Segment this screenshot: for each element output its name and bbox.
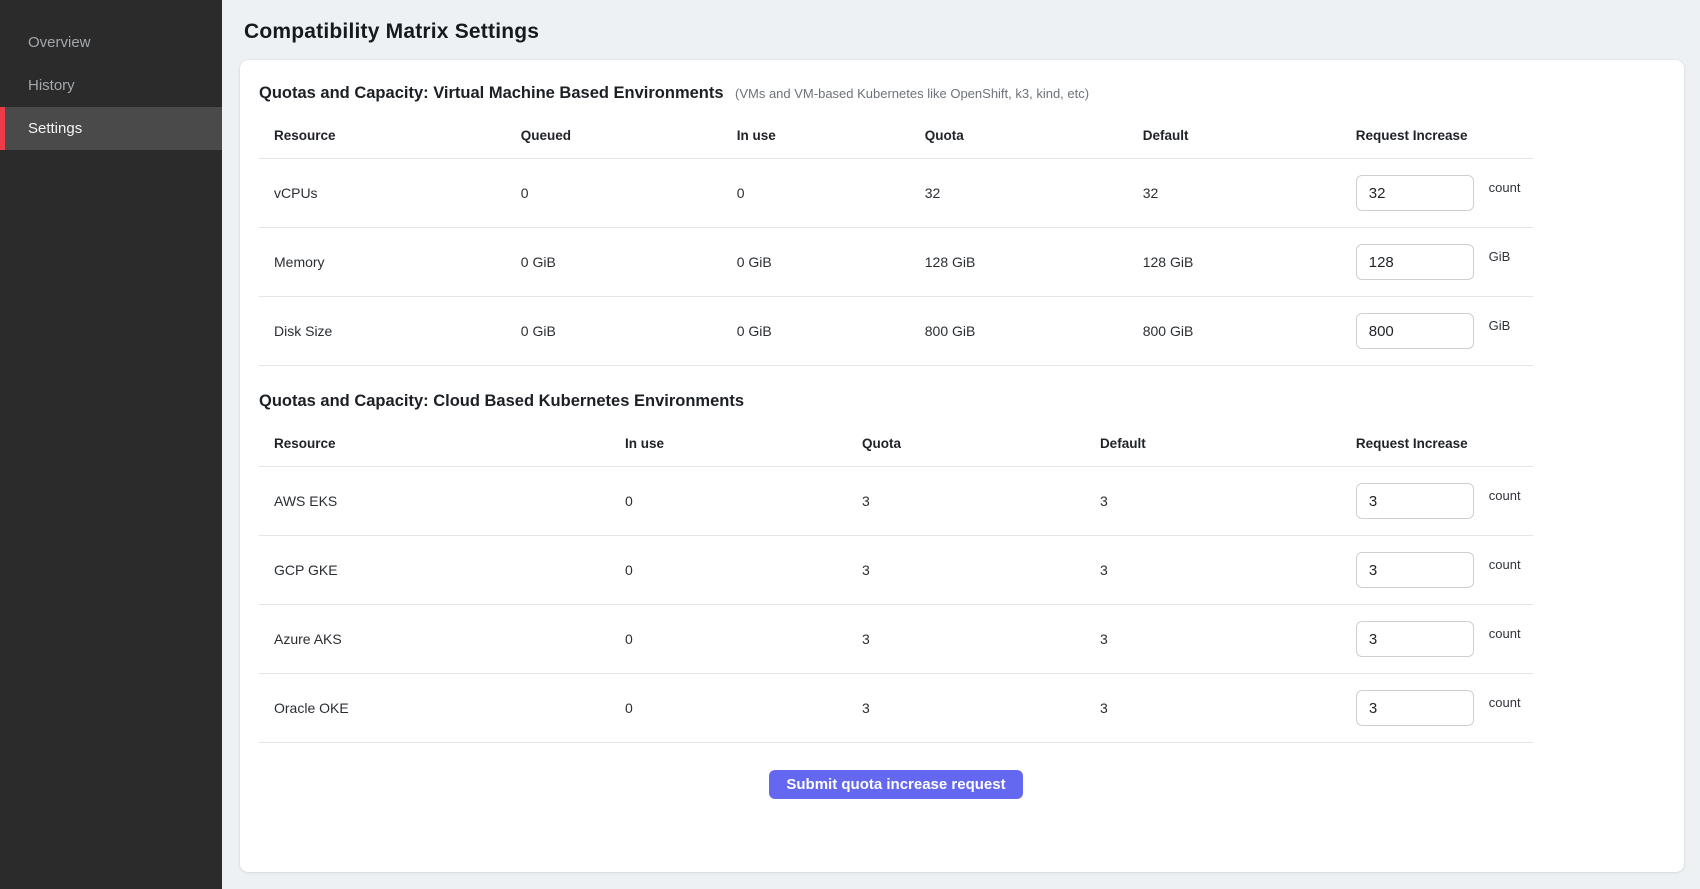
resource-cell: AWS EKS	[259, 467, 625, 536]
resource-cell: Oracle OKE	[259, 674, 625, 743]
column-header-quota: Quota	[925, 113, 1143, 159]
sidebar-item-label: History	[28, 77, 75, 94]
vm-table-header-row: Resource Queued In use Quota Default Req…	[259, 113, 1533, 159]
table-row: GCP GKE 0 3 3 count	[259, 536, 1533, 605]
queued-cell: 0 GiB	[521, 297, 737, 366]
in-use-cell: 0 GiB	[737, 228, 925, 297]
unit-label: GiB	[1489, 318, 1511, 333]
default-cell: 3	[1100, 536, 1356, 605]
column-header-quota: Quota	[862, 421, 1100, 467]
in-use-cell: 0	[737, 159, 925, 228]
quota-cell: 3	[862, 674, 1100, 743]
main-content: Compatibility Matrix Settings Quotas and…	[222, 0, 1700, 872]
sidebar-item-label: Overview	[28, 34, 91, 51]
submit-row: Submit quota increase request	[259, 770, 1533, 799]
table-row: AWS EKS 0 3 3 count	[259, 467, 1533, 536]
quota-cell: 3	[862, 605, 1100, 674]
sidebar: Overview History Settings	[0, 0, 222, 889]
cloud-section-title: Quotas and Capacity: Cloud Based Kuberne…	[259, 392, 744, 410]
unit-label: count	[1489, 180, 1521, 195]
default-cell: 128 GiB	[1143, 228, 1356, 297]
vm-section-subtitle: (VMs and VM-based Kubernetes like OpenSh…	[735, 86, 1089, 101]
table-row: Disk Size 0 GiB 0 GiB 800 GiB 800 GiB Gi…	[259, 297, 1533, 366]
quota-cell: 128 GiB	[925, 228, 1143, 297]
in-use-cell: 0	[625, 674, 862, 743]
table-row: Azure AKS 0 3 3 count	[259, 605, 1533, 674]
column-header-default: Default	[1100, 421, 1356, 467]
cloud-section-header: Quotas and Capacity: Cloud Based Kuberne…	[259, 392, 1665, 411]
column-header-default: Default	[1143, 113, 1356, 159]
resource-cell: vCPUs	[259, 159, 521, 228]
request-increase-input[interactable]	[1356, 313, 1474, 349]
column-header-resource: Resource	[259, 113, 521, 159]
vm-section-header: Quotas and Capacity: Virtual Machine Bas…	[259, 84, 1665, 103]
table-row: vCPUs 0 0 32 32 count	[259, 159, 1533, 228]
sidebar-item-history[interactable]: History	[0, 64, 222, 107]
page-title: Compatibility Matrix Settings	[244, 20, 1684, 44]
unit-label: count	[1489, 695, 1521, 710]
default-cell: 3	[1100, 674, 1356, 743]
request-increase-cell: GiB	[1356, 228, 1533, 297]
sidebar-item-settings[interactable]: Settings	[0, 107, 222, 150]
column-header-request-increase: Request Increase	[1356, 113, 1533, 159]
unit-label: GiB	[1489, 249, 1511, 264]
default-cell: 800 GiB	[1143, 297, 1356, 366]
queued-cell: 0 GiB	[521, 228, 737, 297]
default-cell: 32	[1143, 159, 1356, 228]
table-row: Oracle OKE 0 3 3 count	[259, 674, 1533, 743]
in-use-cell: 0 GiB	[737, 297, 925, 366]
cloud-table-header-row: Resource In use Quota Default Request In…	[259, 421, 1533, 467]
table-row: Memory 0 GiB 0 GiB 128 GiB 128 GiB GiB	[259, 228, 1533, 297]
resource-cell: Disk Size	[259, 297, 521, 366]
in-use-cell: 0	[625, 536, 862, 605]
resource-cell: GCP GKE	[259, 536, 625, 605]
sidebar-item-overview[interactable]: Overview	[0, 21, 222, 64]
request-increase-input[interactable]	[1356, 552, 1474, 588]
default-cell: 3	[1100, 605, 1356, 674]
queued-cell: 0	[521, 159, 737, 228]
quota-cell: 3	[862, 536, 1100, 605]
unit-label: count	[1489, 488, 1521, 503]
quota-cell: 800 GiB	[925, 297, 1143, 366]
sidebar-item-label: Settings	[28, 120, 82, 137]
request-increase-cell: count	[1356, 536, 1533, 605]
resource-cell: Azure AKS	[259, 605, 625, 674]
active-indicator-bar	[0, 107, 5, 150]
cloud-section: Quotas and Capacity: Cloud Based Kuberne…	[259, 392, 1665, 743]
in-use-cell: 0	[625, 605, 862, 674]
submit-quota-request-button[interactable]: Submit quota increase request	[769, 770, 1022, 799]
in-use-cell: 0	[625, 467, 862, 536]
quota-cell: 32	[925, 159, 1143, 228]
request-increase-input[interactable]	[1356, 621, 1474, 657]
cloud-quota-table: Resource In use Quota Default Request In…	[259, 421, 1533, 743]
request-increase-cell: GiB	[1356, 297, 1533, 366]
vm-section-title: Quotas and Capacity: Virtual Machine Bas…	[259, 84, 724, 102]
default-cell: 3	[1100, 467, 1356, 536]
request-increase-cell: count	[1356, 467, 1533, 536]
request-increase-input[interactable]	[1356, 483, 1474, 519]
column-header-resource: Resource	[259, 421, 625, 467]
column-header-request-increase: Request Increase	[1356, 421, 1533, 467]
request-increase-input[interactable]	[1356, 244, 1474, 280]
request-increase-cell: count	[1356, 159, 1533, 228]
unit-label: count	[1489, 557, 1521, 572]
column-header-in-use: In use	[737, 113, 925, 159]
resource-cell: Memory	[259, 228, 521, 297]
column-header-queued: Queued	[521, 113, 737, 159]
request-increase-cell: count	[1356, 674, 1533, 743]
request-increase-cell: count	[1356, 605, 1533, 674]
quota-cell: 3	[862, 467, 1100, 536]
unit-label: count	[1489, 626, 1521, 641]
settings-card: Quotas and Capacity: Virtual Machine Bas…	[240, 60, 1684, 872]
column-header-in-use: In use	[625, 421, 862, 467]
request-increase-input[interactable]	[1356, 690, 1474, 726]
vm-quota-table: Resource Queued In use Quota Default Req…	[259, 113, 1533, 366]
vm-section: Quotas and Capacity: Virtual Machine Bas…	[259, 84, 1665, 366]
request-increase-input[interactable]	[1356, 175, 1474, 211]
